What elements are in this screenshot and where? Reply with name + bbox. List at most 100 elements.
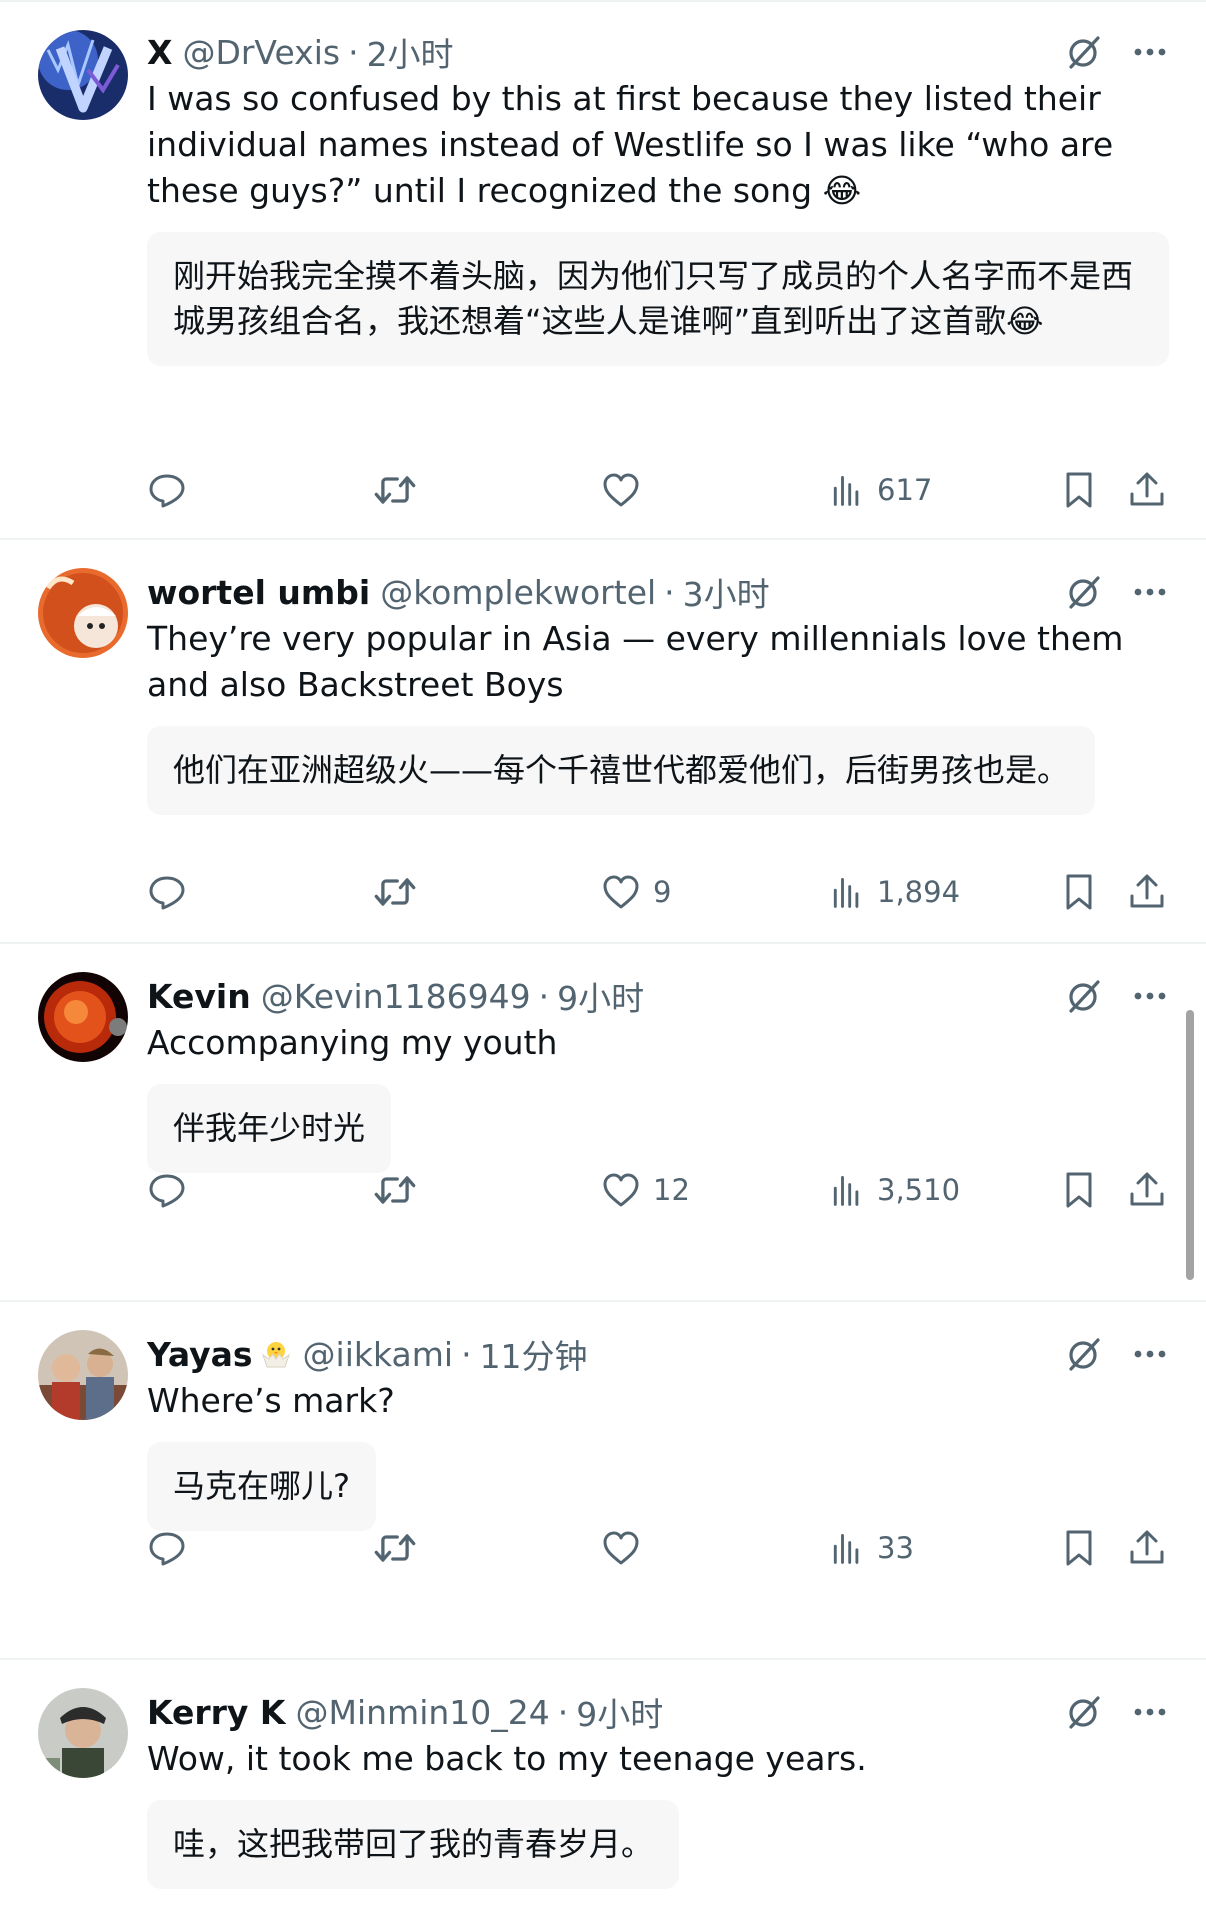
- like-icon: [601, 1170, 641, 1210]
- post-header: Yayas @iikkami · 11分钟: [147, 1330, 1170, 1378]
- repost-button[interactable]: [373, 466, 417, 514]
- reply-icon: [147, 1170, 187, 1210]
- like-button[interactable]: [601, 466, 653, 514]
- like-icon: [601, 872, 641, 912]
- display-name[interactable]: Yayas: [147, 1335, 253, 1374]
- post-content: Kerry K @Minmin10_24 · 9小时 Wow, it took …: [147, 1688, 1170, 1889]
- views-button[interactable]: 33: [829, 1524, 914, 1572]
- action-bar: 12 3,510: [147, 1166, 1170, 1214]
- grok-icon[interactable]: [1064, 1334, 1104, 1374]
- views-count: 1,894: [877, 875, 961, 909]
- reply-post[interactable]: X @DrVexis · 2小时 I was so confused by th…: [0, 0, 1206, 540]
- bookmark-icon: [1059, 1170, 1099, 1210]
- avatar[interactable]: [38, 568, 128, 658]
- user-handle[interactable]: @DrVexis: [182, 33, 340, 72]
- display-name[interactable]: wortel umbi: [147, 573, 370, 612]
- post-time[interactable]: 3小时: [683, 568, 770, 616]
- translation-box: 他们在亚洲超级火——每个千禧世代都爱他们，后街男孩也是。: [147, 726, 1096, 815]
- chick-emoji-badge: [259, 1337, 293, 1371]
- avatar[interactable]: [38, 972, 128, 1062]
- more-icon[interactable]: [1130, 572, 1170, 612]
- header-actions: [1064, 572, 1170, 612]
- views-count: 3,510: [877, 1173, 961, 1207]
- grok-icon[interactable]: [1064, 1692, 1104, 1732]
- reply-post[interactable]: Yayas @iikkami · 11分钟 Where’s mark? 马克在哪…: [0, 1302, 1206, 1660]
- action-bar: 9 1,894: [147, 868, 1170, 916]
- reply-button[interactable]: [147, 868, 187, 916]
- action-bar: 33: [147, 1524, 1170, 1572]
- post-content: Kevin @Kevin1186949 · 9小时 Accompanying m…: [147, 972, 1170, 1173]
- like-button[interactable]: 9: [601, 868, 671, 916]
- reply-post[interactable]: Kerry K @Minmin10_24 · 9小时 Wow, it took …: [0, 1660, 1206, 1930]
- user-handle[interactable]: @komplekwortel: [380, 573, 656, 612]
- avatar[interactable]: [38, 1330, 128, 1420]
- more-icon[interactable]: [1130, 1334, 1170, 1374]
- reply-button[interactable]: [147, 1524, 187, 1572]
- share-button[interactable]: [1127, 1166, 1167, 1214]
- reply-post[interactable]: wortel umbi @komplekwortel · 3小时 They’re…: [0, 540, 1206, 944]
- post-header: Kevin @Kevin1186949 · 9小时: [147, 972, 1170, 1020]
- post-header: X @DrVexis · 2小时: [147, 28, 1170, 76]
- bookmark-button[interactable]: [1059, 1166, 1099, 1214]
- header-actions: [1064, 1692, 1170, 1732]
- scrollbar[interactable]: [1186, 1010, 1194, 1280]
- repost-icon: [373, 1168, 417, 1212]
- action-bar: 617: [147, 466, 1170, 514]
- like-button[interactable]: 12: [601, 1166, 690, 1214]
- repost-button[interactable]: [373, 868, 417, 916]
- post-time[interactable]: 9小时: [576, 1688, 663, 1736]
- bookmark-icon: [1059, 470, 1099, 510]
- grok-icon[interactable]: [1064, 32, 1104, 72]
- share-button[interactable]: [1127, 1524, 1167, 1572]
- display-name[interactable]: Kevin: [147, 977, 251, 1016]
- post-time[interactable]: 11分钟: [480, 1330, 588, 1378]
- grok-icon[interactable]: [1064, 572, 1104, 612]
- bookmark-button[interactable]: [1059, 466, 1099, 514]
- post-text: Where’s mark?: [147, 1381, 395, 1420]
- like-count: 9: [653, 875, 672, 909]
- reply-icon: [147, 872, 187, 912]
- user-handle[interactable]: @Minmin10_24: [296, 1693, 550, 1732]
- share-button[interactable]: [1127, 466, 1167, 514]
- reply-button[interactable]: [147, 466, 187, 514]
- share-button[interactable]: [1127, 868, 1167, 916]
- display-name[interactable]: X: [147, 33, 172, 72]
- more-icon[interactable]: [1130, 976, 1170, 1016]
- views-count: 33: [877, 1531, 914, 1565]
- user-handle[interactable]: @Kevin1186949: [261, 977, 531, 1016]
- share-icon: [1127, 1528, 1167, 1568]
- more-icon[interactable]: [1130, 32, 1170, 72]
- post-time[interactable]: 2小时: [367, 28, 454, 76]
- views-button[interactable]: 617: [829, 466, 932, 514]
- post-text: Wow, it took me back to my teenage years…: [147, 1739, 867, 1778]
- post-content: X @DrVexis · 2小时 I was so confused by th…: [147, 28, 1170, 366]
- like-icon: [601, 470, 641, 510]
- separator-dot: ·: [461, 1334, 472, 1374]
- separator-dot: ·: [538, 976, 550, 1016]
- like-button[interactable]: [601, 1524, 653, 1572]
- grok-icon[interactable]: [1064, 976, 1104, 1016]
- like-count: 12: [653, 1173, 690, 1207]
- views-count: 617: [877, 473, 933, 507]
- repost-icon: [373, 1526, 417, 1570]
- avatar[interactable]: [38, 1688, 128, 1778]
- reply-post[interactable]: Kevin @Kevin1186949 · 9小时 Accompanying m…: [0, 944, 1206, 1302]
- repost-button[interactable]: [373, 1524, 417, 1572]
- header-actions: [1064, 1334, 1170, 1374]
- translation-box: 马克在哪儿?: [147, 1442, 376, 1531]
- more-icon[interactable]: [1130, 1692, 1170, 1732]
- post-time[interactable]: 9小时: [557, 972, 644, 1020]
- views-icon: [829, 1528, 865, 1568]
- user-handle[interactable]: @iikkami: [303, 1335, 454, 1374]
- avatar[interactable]: [38, 30, 128, 120]
- repost-icon: [373, 468, 417, 512]
- display-name[interactable]: Kerry K: [147, 1693, 286, 1732]
- views-button[interactable]: 1,894: [829, 868, 960, 916]
- post-header: wortel umbi @komplekwortel · 3小时: [147, 568, 1170, 616]
- separator-dot: ·: [348, 32, 359, 72]
- bookmark-button[interactable]: [1059, 1524, 1099, 1572]
- repost-button[interactable]: [373, 1166, 417, 1214]
- bookmark-button[interactable]: [1059, 868, 1099, 916]
- reply-button[interactable]: [147, 1166, 187, 1214]
- views-button[interactable]: 3,510: [829, 1166, 960, 1214]
